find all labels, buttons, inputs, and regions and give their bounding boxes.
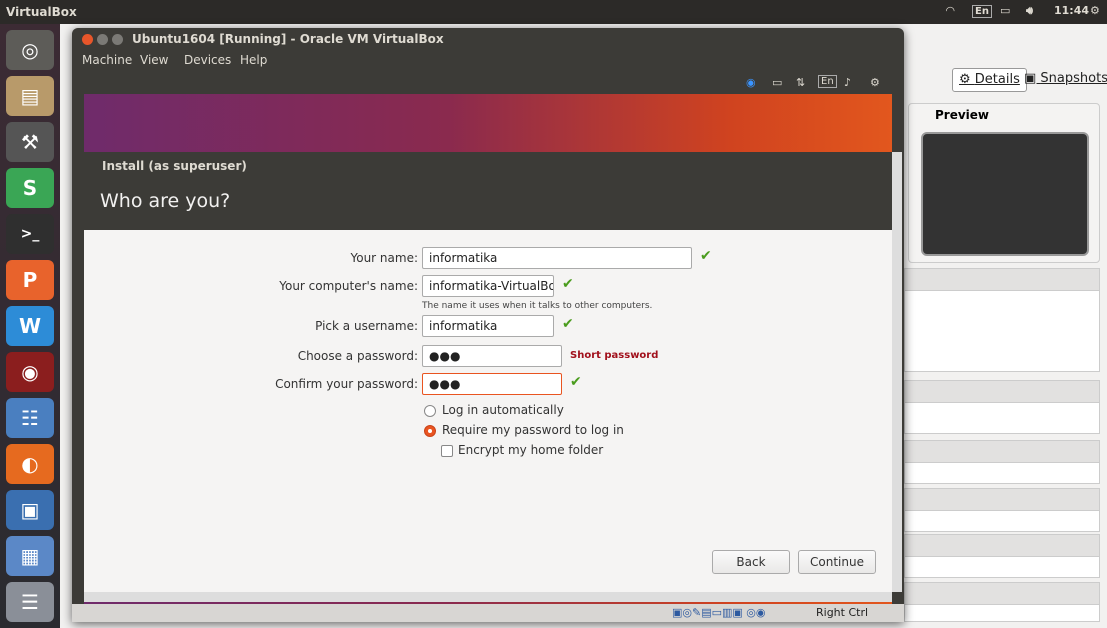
password-label: Choose a password: [297,349,418,363]
app-title: VirtualBox [6,5,77,19]
details-section [904,440,1100,484]
accessibility-icon[interactable]: ◉ [746,76,756,89]
page-title: Who are you? [100,190,231,212]
vm-window-title: Ubuntu1604 [Running] - Oracle VM Virtual… [132,32,444,46]
require-password-radio[interactable] [424,425,436,437]
details-section [904,488,1100,532]
top-panel: VirtualBox ◠ En ▭ 🔊︎ 11:44 ⚙ [0,0,1107,24]
menu-help[interactable]: Help [240,53,267,67]
files-icon[interactable]: ▤ [6,76,54,116]
your-name-label: Your name: [350,251,418,265]
computer-name-field[interactable]: informatika-VirtualBo [422,275,554,297]
details-section [904,534,1100,578]
dash-icon[interactable]: ◎ [6,30,54,70]
vm-titlebar: Ubuntu1604 [Running] - Oracle VM Virtual… [72,28,904,50]
your-name-field[interactable]: informatika [422,247,692,269]
username-field[interactable]: informatika [422,315,554,337]
host-key-label: Right Ctrl [816,606,869,619]
clock[interactable]: 11:44 [1054,4,1089,17]
password-field[interactable]: ●●● [422,345,562,367]
close-icon[interactable] [82,34,93,45]
guest-battery-icon[interactable]: ▭ [772,76,782,89]
encrypt-home-checkbox[interactable] [441,445,453,457]
app-icon[interactable]: ▦ [6,536,54,576]
menu-view[interactable]: View [140,53,168,67]
guest-screen: ◉ ▭ ⇅ En ♪ ⚙ Install (as superuser) Who … [84,72,902,604]
username-check-icon: ✔ [562,316,574,332]
guest-keyboard-indicator[interactable]: En [818,75,837,88]
back-button[interactable]: Back [712,550,790,574]
guest-top-panel: ◉ ▭ ⇅ En ♪ ⚙ [84,72,892,94]
preview-panel: Preview [908,103,1100,263]
webcam-icon[interactable]: ◉ [6,352,54,392]
launcher: ◎ ▤ ⚒ S >_ P W ◉ ☷ ◐ ▣ ▦ ☰ [0,24,60,628]
writer-icon[interactable]: W [6,306,54,346]
preview-thumbnail [921,132,1089,256]
details-section [904,380,1100,434]
installer-window-title: Install (as superuser) [102,159,247,173]
settings-gear-icon[interactable]: ⚙ [1090,4,1100,17]
virtualbox-icon[interactable]: ▣ [6,490,54,530]
calculator-icon[interactable]: ☷ [6,398,54,438]
password-strength: Short password [570,350,659,361]
wifi-icon[interactable]: ◠ [946,4,954,17]
snapshots-icon: ▣ [1024,71,1041,86]
keyboard-layout-indicator[interactable]: En [972,5,992,18]
computer-name-check-icon: ✔ [562,276,574,292]
installer-window: Install (as superuser) Who are you? Your… [84,152,892,592]
vertical-scrollbar[interactable] [892,152,902,592]
username-label: Pick a username: [315,319,418,333]
confirm-password-check-icon: ✔ [570,374,582,390]
trash-icon[interactable]: ☰ [6,582,54,622]
tab-snapshots[interactable]: ▣ Snapshots [1018,68,1107,92]
vm-statusbar: ▣◎✎▤▭▥▣ ◎◉ Right Ctrl [72,604,904,622]
computer-name-label: Your computer's name: [279,279,418,293]
your-name-check-icon: ✔ [700,248,712,264]
installer-header: Install (as superuser) Who are you? [84,152,892,230]
horizontal-scrollbar[interactable] [84,592,892,602]
vm-menubar: Machine View Devices Help [72,50,904,72]
guest-volume-icon[interactable]: ♪ [844,76,851,89]
battery-icon[interactable]: ▭ [1000,4,1010,17]
preview-header: Preview [935,108,990,122]
login-auto-radio[interactable] [424,405,436,417]
guest-settings-icon[interactable]: ⚙ [870,76,880,89]
volume-icon[interactable]: 🔊︎ [1026,4,1033,18]
continue-button[interactable]: Continue [798,550,876,574]
login-auto-label[interactable]: Log in automatically [442,403,564,417]
confirm-password-label: Confirm your password: [275,377,418,391]
details-section [904,582,1100,622]
network-icon[interactable]: ⇅ [796,76,805,89]
vm-window: Ubuntu1604 [Running] - Oracle VM Virtual… [72,28,904,622]
minimize-icon[interactable] [97,34,108,45]
spreadsheets-icon[interactable]: S [6,168,54,208]
tab-details[interactable]: ⚙ Details [952,68,1027,92]
menu-machine[interactable]: Machine [82,53,132,67]
presentation-icon[interactable]: P [6,260,54,300]
encrypt-home-label[interactable]: Encrypt my home folder [458,443,603,457]
require-password-label[interactable]: Require my password to log in [442,423,624,437]
maximize-icon[interactable] [112,34,123,45]
terminal-icon[interactable]: >_ [6,214,54,254]
device-status-icons[interactable]: ▣◎✎▤▭▥▣ ◎◉ [672,606,765,619]
menu-devices[interactable]: Devices [184,53,231,67]
system-settings-icon[interactable]: ⚒ [6,122,54,162]
confirm-password-field[interactable]: ●●● [422,373,562,395]
firefox-icon[interactable]: ◐ [6,444,54,484]
details-icon: ⚙ [959,72,975,87]
computer-name-hint: The name it uses when it talks to other … [422,301,653,311]
details-section [904,268,1100,372]
